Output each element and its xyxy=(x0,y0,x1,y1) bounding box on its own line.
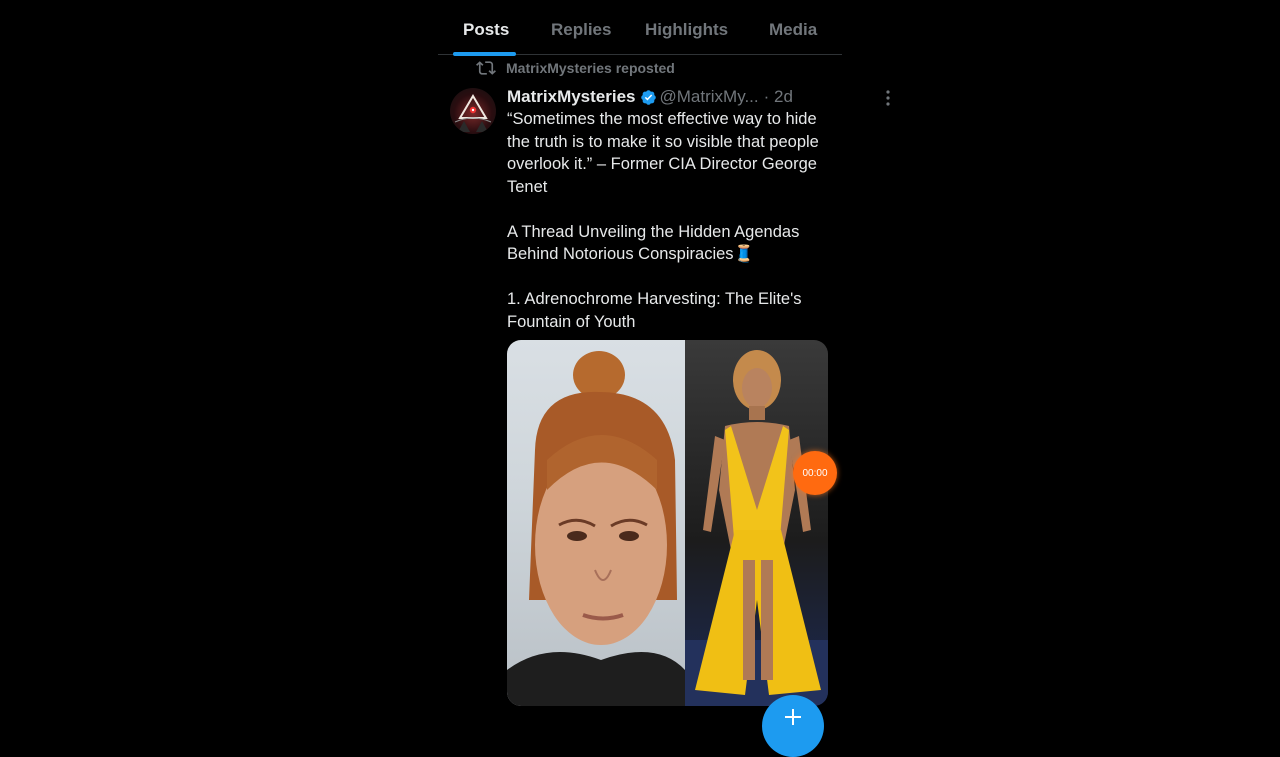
media-photo-left[interactable] xyxy=(507,340,685,706)
author-handle[interactable]: @MatrixMy... xyxy=(660,87,759,107)
profile-timeline: Posts Replies Highlights Media MatrixMys… xyxy=(438,0,890,720)
tab-replies[interactable]: Replies xyxy=(551,20,611,40)
media-photo-right[interactable] xyxy=(685,340,828,706)
tweet-text[interactable]: “Sometimes the most effective way to hid… xyxy=(507,108,837,333)
tab-posts[interactable]: Posts xyxy=(463,20,509,40)
tweet-header: MatrixMysteries @MatrixMy... · 2d xyxy=(507,85,890,109)
plus-icon xyxy=(785,709,801,725)
avatar[interactable] xyxy=(450,88,496,134)
post-time[interactable]: · 2d xyxy=(764,87,793,107)
avatar-pyramid-eye-icon xyxy=(454,94,492,132)
portrait-photo xyxy=(507,351,685,706)
tab-highlights[interactable]: Highlights xyxy=(645,20,728,40)
more-options-icon[interactable] xyxy=(880,85,896,109)
profile-tabs: Posts Replies Highlights Media xyxy=(438,8,842,56)
tab-media[interactable]: Media xyxy=(769,20,817,40)
repost-header[interactable]: MatrixMysteries reposted xyxy=(476,58,675,78)
tweet-paragraph: A Thread Unveiling the Hidden Agendas Be… xyxy=(507,222,800,264)
repost-label: MatrixMysteries reposted xyxy=(506,60,675,76)
recording-timer[interactable]: 00:00 xyxy=(793,451,837,495)
fullbody-photo xyxy=(685,350,828,706)
author-name[interactable]: MatrixMysteries xyxy=(507,87,636,107)
repost-icon xyxy=(476,61,496,75)
active-tab-indicator xyxy=(453,52,516,56)
tweet-paragraph: “Sometimes the most effective way to hid… xyxy=(507,110,819,196)
verified-badge-icon xyxy=(640,89,656,105)
tweet-media[interactable] xyxy=(507,340,828,706)
compose-post-button[interactable] xyxy=(762,695,824,757)
tweet-paragraph: 1. Adrenochrome Harvesting: The Elite's … xyxy=(507,290,802,331)
